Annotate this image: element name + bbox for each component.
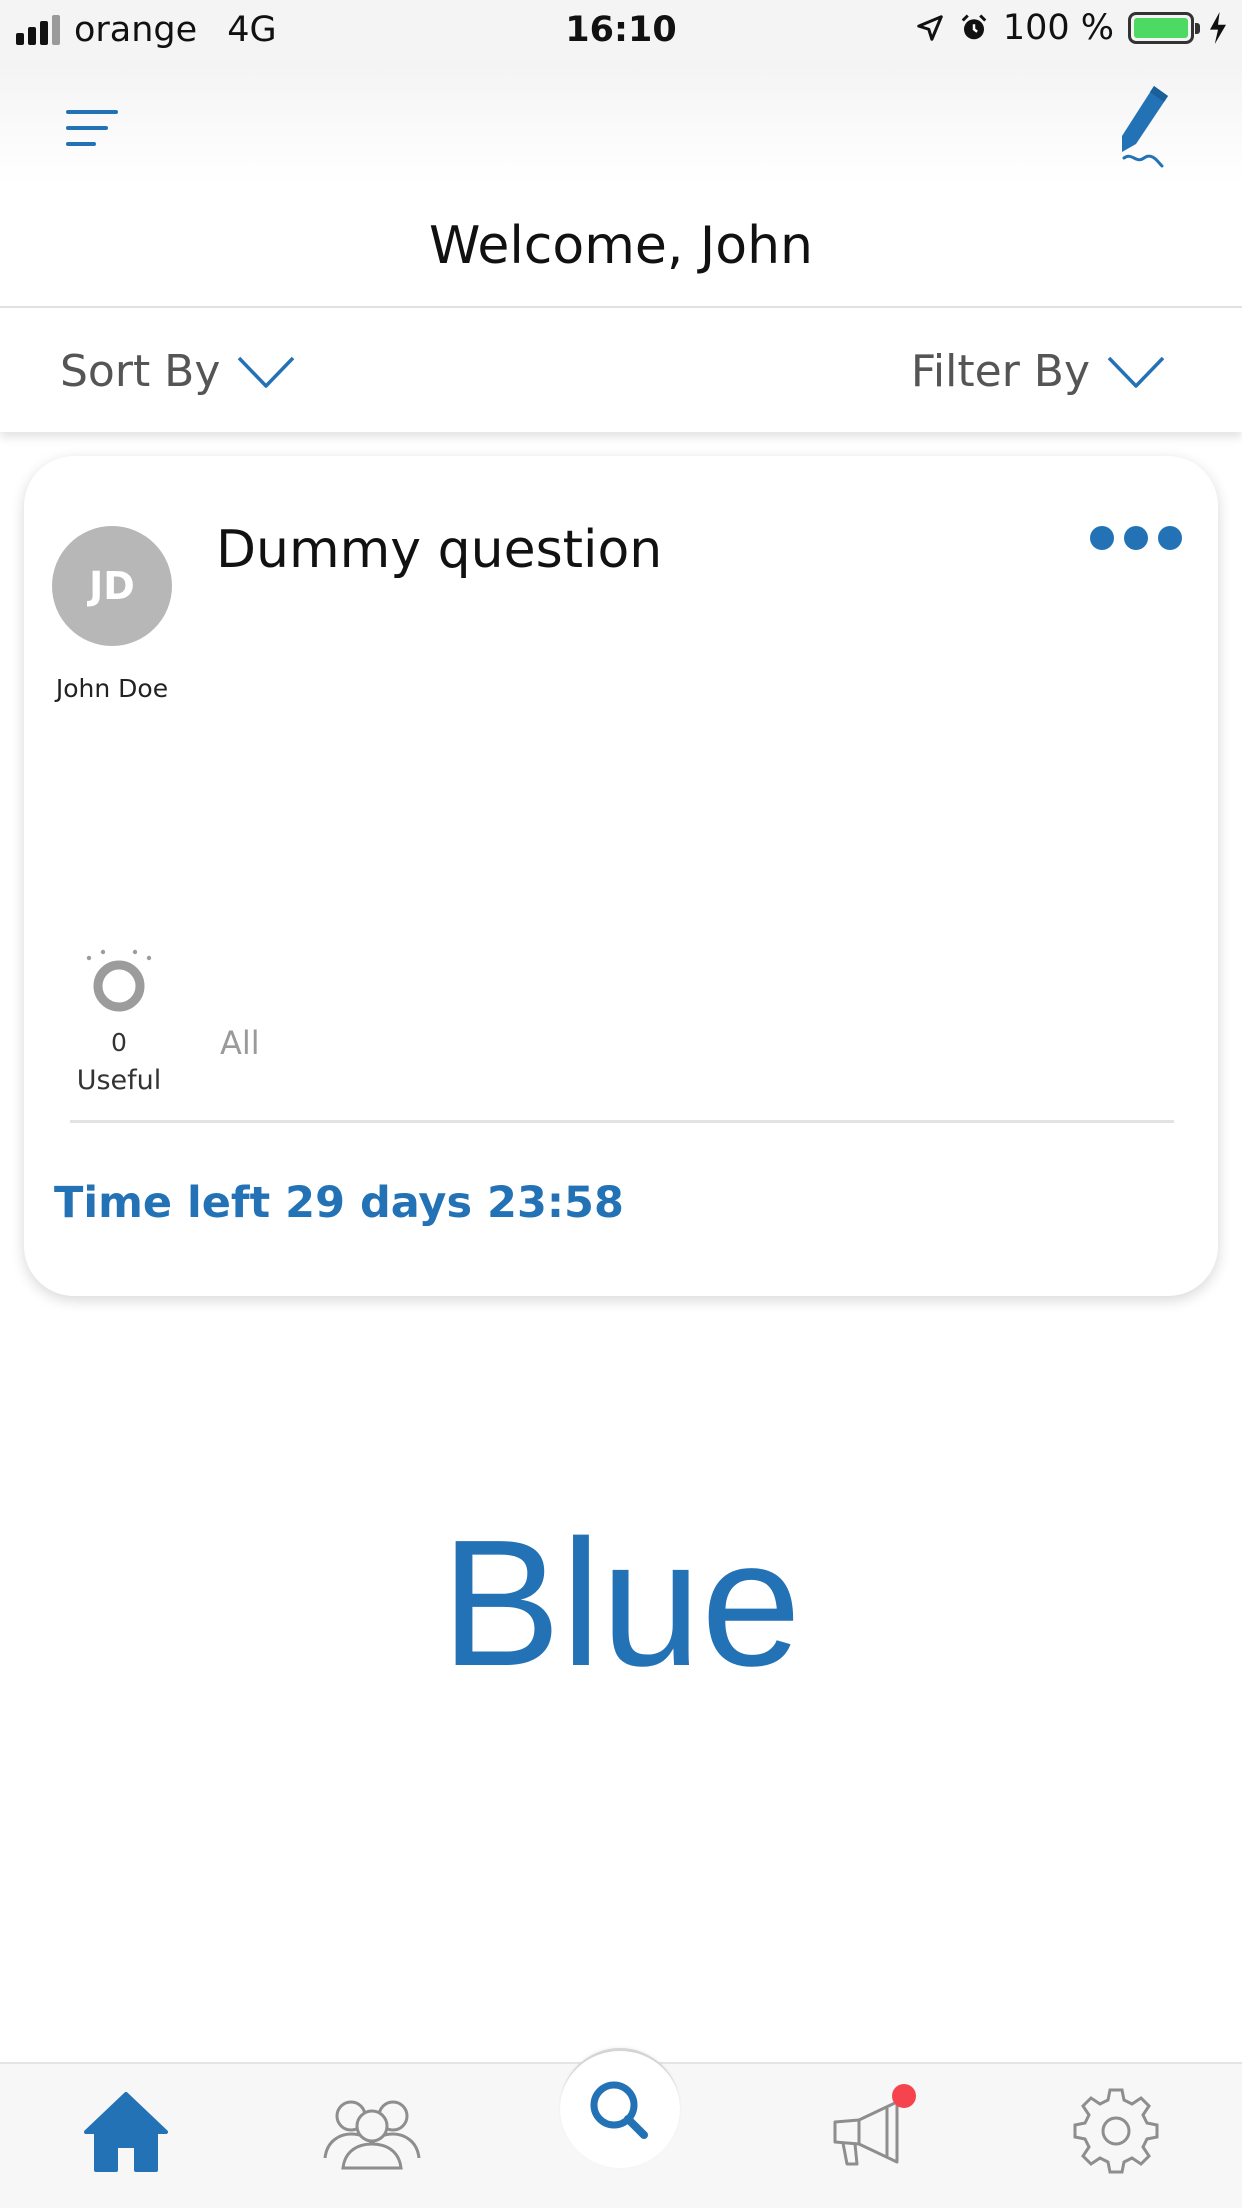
- status-bar: orange 4G 16:10 100 %: [0, 0, 1242, 64]
- sort-by-label: Sort By: [60, 346, 221, 397]
- tab-home[interactable]: [66, 2086, 186, 2186]
- screen: orange 4G 16:10 100 % Welcome, John Sort…: [0, 0, 1242, 2208]
- card-divider: [70, 1120, 1174, 1123]
- all-answers-link[interactable]: All: [220, 1024, 260, 1062]
- sort-by-button[interactable]: Sort By: [60, 346, 296, 397]
- useful-button[interactable]: 0 Useful: [64, 946, 174, 1096]
- tab-search[interactable]: [560, 2048, 680, 2168]
- gear-icon: [1073, 2088, 1159, 2174]
- home-icon: [84, 2092, 168, 2172]
- tab-announcements[interactable]: [810, 2084, 930, 2186]
- tab-settings[interactable]: [1056, 2086, 1176, 2186]
- pencil-icon[interactable]: [1114, 82, 1178, 174]
- useful-icon: [86, 949, 152, 1012]
- charging-icon: [1210, 12, 1226, 44]
- alarm-icon: [961, 14, 987, 40]
- people-icon: [323, 2100, 421, 2170]
- notification-badge: [892, 2084, 916, 2108]
- tab-people[interactable]: [312, 2086, 432, 2186]
- question-title[interactable]: Dummy question: [216, 520, 662, 580]
- status-right: 100 %: [915, 8, 1228, 48]
- question-card[interactable]: JD John Doe Dummy question 0 Useful All …: [24, 456, 1218, 1296]
- filter-by-label: Filter By: [910, 346, 1090, 397]
- chevron-down-icon: [1107, 356, 1165, 388]
- filter-by-button[interactable]: Filter By: [911, 346, 1166, 397]
- chevron-down-icon: [238, 356, 295, 388]
- location-icon: [917, 15, 943, 41]
- author-name: John Doe: [55, 674, 169, 703]
- tab-bar: [0, 2048, 1242, 2208]
- useful-label: Useful: [76, 1065, 162, 1096]
- search-icon: [590, 2081, 648, 2139]
- battery-percent: 100 %: [1002, 8, 1114, 48]
- time-left: Time left 29 days 23:58: [54, 1178, 624, 1228]
- avatar[interactable]: JD: [52, 526, 172, 646]
- welcome-title: Welcome, John: [0, 184, 1242, 308]
- useful-count: 0: [111, 1028, 127, 1057]
- big-word: Blue: [440, 1503, 802, 1704]
- more-options-icon[interactable]: [1090, 526, 1182, 550]
- battery-icon: [1128, 12, 1200, 44]
- sort-filter-bar: Sort By Filter By: [0, 308, 1242, 432]
- app-header: [0, 64, 1242, 184]
- hamburger-icon[interactable]: [66, 104, 126, 154]
